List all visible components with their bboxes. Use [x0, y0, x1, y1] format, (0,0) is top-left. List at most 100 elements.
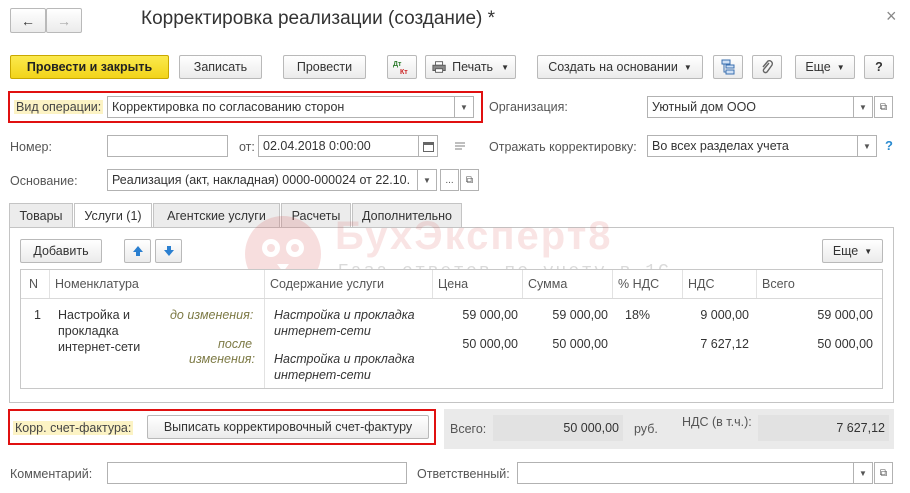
basis-label: Основание: [10, 174, 78, 188]
content-before-2: интернет-сети [274, 324, 371, 338]
open-icon[interactable]: ⧉ [460, 169, 479, 191]
item-line-1: Настройка и [58, 308, 130, 322]
total-before: 59 000,00 [817, 308, 873, 322]
currency-label: руб. [634, 422, 658, 436]
item-line-3: интернет-сети [58, 340, 141, 354]
chevron-down-icon: ▼ [501, 62, 509, 72]
vat-total-label: НДС (в т.ч.): [682, 415, 752, 429]
col-vat: НДС [682, 270, 756, 298]
print-label: Печать [452, 60, 494, 74]
chevron-down-icon[interactable]: ▼ [418, 169, 437, 191]
tab-services[interactable]: Услуги (1) [74, 203, 152, 228]
svg-text:Дт: Дт [393, 61, 402, 68]
chevron-down-icon: ▼ [864, 246, 873, 256]
invoice-label: Корр. счет-фактура: [13, 421, 134, 435]
dtkt-icon: Дт Кт [393, 61, 408, 76]
col-total: Всего [756, 270, 882, 298]
content-after-1: Настройка и прокладка [274, 352, 415, 366]
chevron-down-icon[interactable]: ▼ [455, 96, 474, 118]
total-after: 50 000,00 [817, 337, 873, 351]
content-after-2: интернет-сети [274, 368, 371, 382]
post-and-close-button[interactable]: Провести и закрыть [10, 55, 169, 79]
comment-icon[interactable] [454, 140, 466, 154]
open-icon[interactable]: ⧉ [874, 462, 893, 484]
operation-select[interactable]: Корректировка по согласованию сторон [107, 96, 455, 118]
dtkt-button[interactable]: Дт Кт [387, 55, 417, 79]
operation-label: Вид операции: [14, 100, 104, 114]
select-dots-button[interactable]: ... [440, 169, 459, 191]
calendar-icon[interactable] [419, 135, 438, 157]
before-change-label: до изменения: [170, 308, 254, 322]
org-select[interactable]: Уютный дом ООО [647, 96, 854, 118]
paperclip-icon [762, 60, 773, 74]
responsible-label: Ответственный: [417, 467, 510, 481]
after-change-label-1: после [218, 337, 253, 351]
print-button[interactable]: Печать ▼ [425, 55, 516, 79]
printer-icon [432, 61, 446, 73]
more-label: Еще [805, 60, 831, 74]
total-label: Всего: [450, 422, 487, 436]
help-button[interactable]: ? [864, 55, 894, 79]
window-title: Корректировка реализации (создание) * [141, 8, 496, 29]
col-vat-rate: % НДС [612, 270, 682, 298]
item-line-2: прокладка [58, 324, 119, 338]
content-column-divider [264, 299, 265, 388]
add-button[interactable]: Добавить [20, 239, 102, 263]
content-before-1: Настройка и прокладка [274, 308, 415, 322]
basis-select[interactable]: Реализация (акт, накладная) 0000-000024 … [107, 169, 418, 191]
row-number: 1 [34, 308, 41, 322]
date-field[interactable]: 02.04.2018 0:00:00 [258, 135, 419, 157]
vat-rate: 18% [625, 308, 651, 322]
total-value: 50 000,00 [493, 415, 623, 441]
help-icon[interactable]: ? [885, 138, 893, 153]
responsible-select[interactable] [517, 462, 854, 484]
structure-icon [721, 59, 735, 75]
tab-goods[interactable]: Товары [9, 203, 73, 227]
col-n: N [29, 277, 39, 291]
after-change-label-2: изменения: [189, 352, 255, 366]
chevron-down-icon[interactable]: ▼ [854, 462, 873, 484]
chevron-down-icon: ▼ [836, 62, 845, 72]
number-label: Номер: [10, 140, 52, 154]
move-down-button[interactable] [155, 239, 182, 263]
reflect-label: Отражать корректировку: [489, 140, 637, 154]
col-price: Цена [432, 270, 522, 298]
reflect-select[interactable]: Во всех разделах учета [647, 135, 858, 157]
sum-before: 59 000,00 [552, 308, 608, 322]
col-content: Содержание услуги [264, 270, 432, 298]
comment-label: Комментарий: [10, 467, 93, 481]
vat-after: 7 627,12 [700, 337, 749, 351]
org-label: Организация: [489, 100, 568, 114]
close-icon[interactable]: × [886, 6, 897, 27]
create-corrective-invoice-button[interactable]: Выписать корректировочный счет-фактуру [147, 415, 429, 439]
save-button[interactable]: Записать [179, 55, 262, 79]
table-more-label: Еще [832, 244, 859, 258]
price-before: 59 000,00 [462, 308, 518, 322]
svg-text:Кт: Кт [400, 69, 408, 76]
chevron-down-icon: ▼ [683, 62, 692, 72]
chevron-down-icon[interactable]: ▼ [854, 96, 873, 118]
sum-after: 50 000,00 [552, 337, 608, 351]
create-based-label: Создать на основании [548, 60, 678, 74]
more-button[interactable]: Еще ▼ [795, 55, 855, 79]
arrow-up-icon [132, 246, 143, 256]
create-based-button[interactable]: Создать на основании ▼ [537, 55, 703, 79]
col-sum: Сумма [522, 270, 612, 298]
comment-field[interactable] [107, 462, 407, 484]
watermark-title: БухЭксперт8 [335, 214, 613, 258]
attach-button[interactable] [752, 55, 782, 79]
structure-button[interactable] [713, 55, 743, 79]
open-icon[interactable]: ⧉ [874, 96, 893, 118]
number-field[interactable] [107, 135, 228, 157]
back-button[interactable]: ← [10, 8, 46, 33]
move-up-button[interactable] [124, 239, 151, 263]
col-item: Номенклатура [49, 270, 264, 298]
table-more-button[interactable]: Еще ▼ [822, 239, 883, 263]
price-after: 50 000,00 [462, 337, 518, 351]
forward-button[interactable]: → [46, 8, 82, 33]
chevron-down-icon[interactable]: ▼ [858, 135, 877, 157]
vat-total-value: 7 627,12 [758, 415, 889, 441]
date-label: от: [239, 140, 255, 154]
post-button[interactable]: Провести [283, 55, 366, 79]
arrow-down-icon [163, 246, 174, 256]
